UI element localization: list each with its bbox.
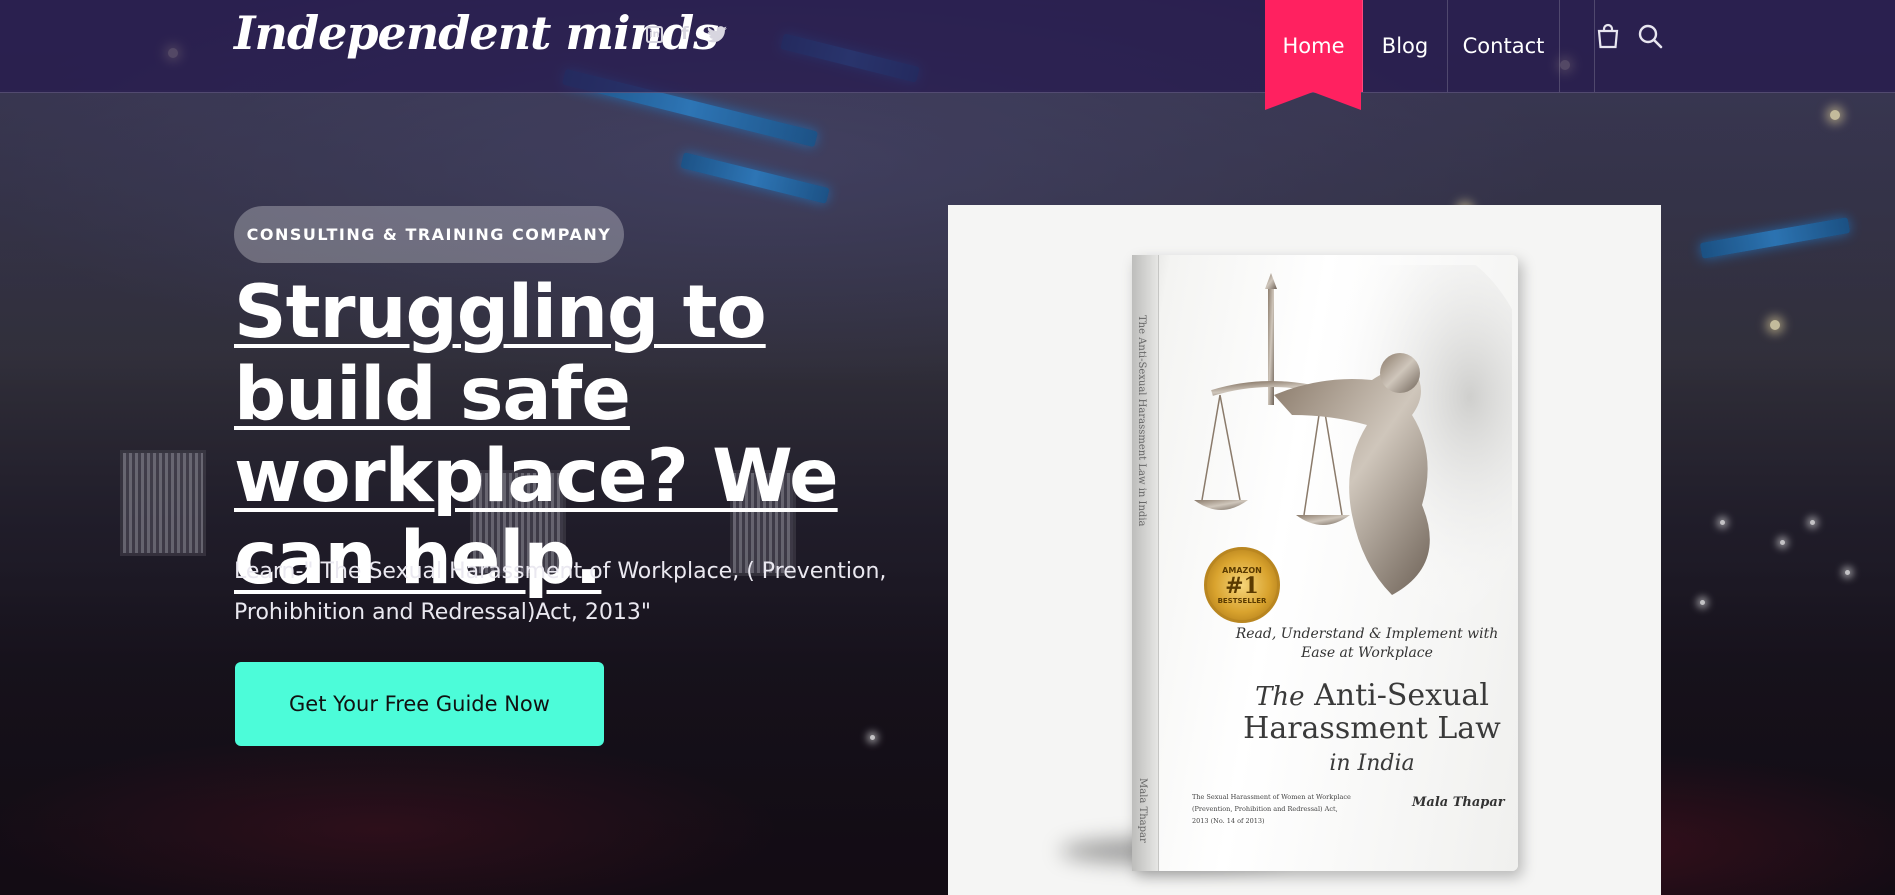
book-spine: The Anti-Sexual Harassment Law in India … xyxy=(1132,255,1159,871)
book-title: The Anti-Sexual Harassment Law in India xyxy=(1222,680,1522,780)
book-title-tail: in India xyxy=(1329,751,1415,776)
get-free-guide-button[interactable]: Get Your Free Guide Now xyxy=(235,662,604,746)
facebook-icon[interactable]: f xyxy=(675,24,695,44)
site-header: Independent minds in f Home Blog Contact xyxy=(0,0,1895,110)
spine-author: Mala Thapar xyxy=(1137,778,1148,843)
book-fine-print: The Sexual Harassment of Women at Workpl… xyxy=(1192,793,1351,825)
spine-title: The Anti-Sexual Harassment Law in India xyxy=(1136,315,1147,527)
linkedin-icon[interactable]: in xyxy=(646,26,663,43)
main-nav: Home Blog Contact xyxy=(1265,0,1595,110)
nav-divider xyxy=(1560,0,1595,92)
company-badge: CONSULTING & TRAINING COMPANY xyxy=(234,206,624,263)
nav-home[interactable]: Home xyxy=(1265,0,1363,110)
book-author: Mala Thapar xyxy=(1412,795,1505,810)
book-title-the: The xyxy=(1255,682,1305,712)
hero-subtext: Learn-" The Sexual Harassment of Workpla… xyxy=(234,559,887,625)
social-links: in f xyxy=(646,24,727,44)
book-cover: The Anti-Sexual Harassment Law in India … xyxy=(1132,255,1518,871)
book-image: The Anti-Sexual Harassment Law in India … xyxy=(948,205,1661,895)
twitter-icon[interactable] xyxy=(707,24,727,44)
book-tagline: Read, Understand & Implement with Ease a… xyxy=(1235,626,1499,661)
bestseller-seal: AMAZON #1 BESTSELLER xyxy=(1204,547,1280,623)
nav-blog[interactable]: Blog xyxy=(1363,0,1448,92)
seal-number: #1 xyxy=(1225,572,1259,599)
shopping-bag-icon[interactable] xyxy=(1594,22,1622,50)
seal-bottom-text: BESTSELLER xyxy=(1217,596,1267,605)
search-icon[interactable] xyxy=(1636,22,1664,50)
nav-contact[interactable]: Contact xyxy=(1448,0,1560,92)
